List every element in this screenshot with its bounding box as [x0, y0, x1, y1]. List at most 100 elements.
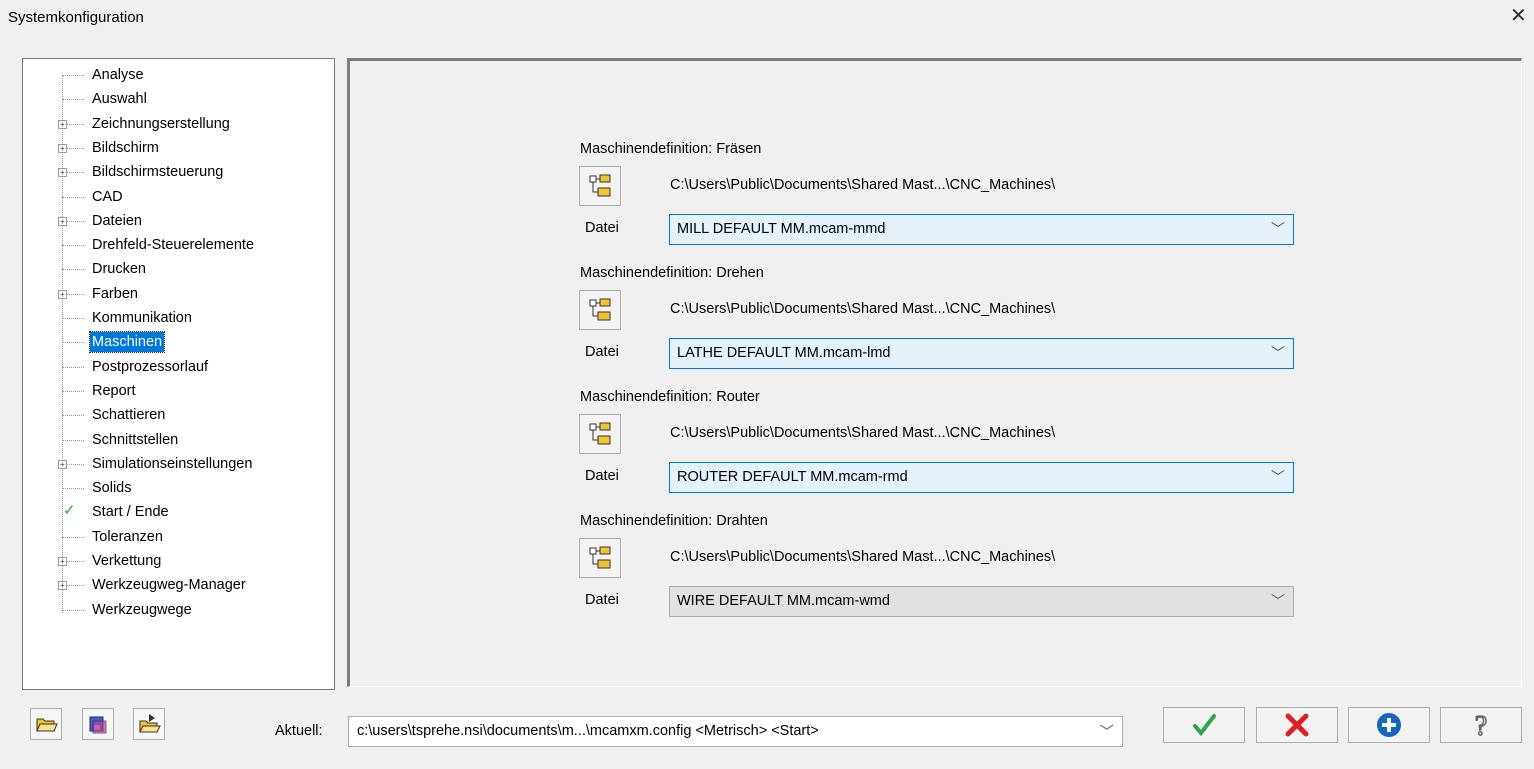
expand-icon[interactable]: + — [58, 581, 67, 591]
tree-connector — [62, 415, 84, 417]
tree-item[interactable]: ✓ Start / Ende — [23, 501, 323, 525]
folder-tree-icon — [589, 298, 611, 321]
datei-label: Datei — [585, 468, 619, 484]
tree-connector — [62, 609, 84, 611]
tree-item[interactable]: + Zeichnungserstellung — [23, 113, 323, 137]
datei-label: Datei — [585, 344, 619, 360]
chevron-down-icon: ﹀ — [1271, 469, 1285, 485]
machine-file-select[interactable]: WIRE DEFAULT MM.mcam-wmd ﹀ — [669, 586, 1294, 617]
tree-item-label: Start / Ende — [92, 504, 169, 521]
tree-item-label: Bildschirm — [92, 139, 159, 156]
expand-icon[interactable]: + — [58, 168, 67, 178]
apply-button[interactable] — [1348, 707, 1430, 743]
datei-label: Datei — [585, 592, 619, 608]
open-folder-button[interactable] — [30, 708, 62, 740]
tree-item-label: Schattieren — [92, 407, 166, 424]
tree-item[interactable]: Auswahl — [23, 88, 323, 112]
aktuell-label: Aktuell: — [275, 723, 323, 739]
tree-item-label: Report — [92, 382, 136, 399]
aktuell-value: c:\users\tsprehe.nsi\documents\m...\mcam… — [357, 723, 819, 739]
tree-connector — [62, 196, 84, 198]
folder-tree-icon — [589, 422, 611, 445]
tree-item[interactable]: Schattieren — [23, 404, 323, 428]
folder-tree-icon — [589, 546, 611, 569]
machine-path: C:\Users\Public\Documents\Shared Mast...… — [670, 425, 1056, 441]
tree-item[interactable]: + Bildschirmsteuerung — [23, 161, 323, 185]
tree-item-label: Drehfeld-Steuerelemente — [92, 237, 255, 254]
machine-path: C:\Users\Public\Documents\Shared Mast...… — [670, 177, 1056, 193]
tree-item[interactable]: Maschinen — [23, 331, 323, 355]
browse-folder-button[interactable] — [579, 290, 621, 330]
tree-item[interactable]: CAD — [23, 186, 323, 210]
chevron-down-icon: ﹀ — [1271, 221, 1285, 237]
config-tree[interactable]: Analyse Auswahl + Zeichnungserstellung + Bild… — [22, 58, 335, 690]
plus-circle-icon — [1377, 713, 1401, 737]
machine-group-title: Maschinendefinition: Router — [580, 389, 760, 405]
machine-file-select[interactable]: LATHE DEFAULT MM.mcam-lmd ﹀ — [669, 338, 1294, 369]
tree-item-label: Verkettung — [92, 553, 162, 569]
expand-icon[interactable]: + — [58, 289, 67, 299]
machine-group-title: Maschinendefinition: Fräsen — [580, 141, 762, 157]
tree-item-label: Drucken — [92, 261, 146, 278]
tree-item-label: Postprozessorlauf — [92, 358, 209, 375]
tree-connector — [62, 390, 84, 392]
checkmark-icon — [1193, 714, 1216, 737]
machine-file-select[interactable]: MILL DEFAULT MM.mcam-mmd ﹀ — [669, 214, 1294, 245]
expand-icon[interactable]: + — [58, 119, 67, 129]
expand-icon[interactable]: + — [58, 143, 67, 153]
tree-connector — [62, 245, 84, 247]
tree-item[interactable]: Report — [23, 380, 323, 404]
checkmark-icon: ✓ — [63, 502, 76, 520]
machine-file-select[interactable]: ROUTER DEFAULT MM.mcam-rmd ﹀ — [669, 462, 1294, 493]
tree-connector — [62, 536, 84, 538]
tree-connector — [62, 318, 84, 319]
help-button[interactable]: ? — [1440, 707, 1522, 743]
tree-item[interactable]: Drehfeld-Steuerelemente — [23, 234, 323, 258]
svg-text:?: ? — [1475, 711, 1487, 742]
close-icon[interactable]: ✕ — [1510, 4, 1527, 28]
tree-item[interactable]: Analyse — [23, 64, 323, 88]
aktuell-select[interactable]: c:\users\tsprehe.nsi\documents\m...\mcam… — [348, 716, 1123, 747]
chevron-down-icon: ﹀ — [1099, 725, 1115, 741]
tree-item-label: Werkzeugweg-Manager — [92, 577, 246, 594]
machine-file-value: ROUTER DEFAULT MM.mcam-rmd — [677, 469, 908, 485]
tree-item[interactable]: Kommunikation — [23, 307, 323, 331]
tree-item[interactable]: Drucken — [23, 258, 323, 282]
browse-folder-button[interactable] — [579, 166, 621, 206]
tree-connector — [62, 439, 84, 441]
tree-item[interactable]: Toleranzen — [23, 526, 323, 550]
window-title: Systemkonfiguration — [8, 9, 144, 26]
chevron-down-icon: ﹀ — [1271, 593, 1285, 609]
ok-button[interactable] — [1163, 707, 1245, 743]
tree-item-label: Dateien — [92, 212, 142, 229]
tree-item[interactable]: Solids — [23, 477, 323, 501]
cancel-button[interactable] — [1256, 707, 1338, 743]
tree-item[interactable]: Schnittstellen — [23, 429, 323, 453]
open-file-button[interactable] — [133, 708, 165, 740]
tree-item[interactable]: + Werkzeugweg-Manager — [23, 574, 323, 598]
expand-icon[interactable]: + — [58, 459, 67, 469]
chevron-down-icon: ﹀ — [1271, 345, 1285, 361]
tree-item[interactable]: Postprozessorlauf — [23, 356, 323, 380]
browse-folder-button[interactable] — [579, 414, 621, 454]
browse-folder-button[interactable] — [579, 538, 621, 578]
machine-file-value: LATHE DEFAULT MM.mcam-lmd — [677, 345, 891, 361]
tree-item[interactable]: + Simulationseinstellungen — [23, 453, 323, 477]
tree-item[interactable]: + Farben — [23, 283, 323, 307]
tree-item-label: CAD — [92, 188, 123, 205]
question-icon: ? — [1474, 710, 1488, 743]
tree-item[interactable]: Werkzeugwege — [23, 599, 323, 623]
tree-item[interactable]: + Dateien — [23, 210, 323, 234]
tree-item-label: Analyse — [92, 67, 144, 83]
tree-item[interactable]: + Bildschirm — [23, 137, 323, 161]
machine-file-value: WIRE DEFAULT MM.mcam-wmd — [677, 593, 890, 609]
save-icon — [89, 716, 107, 734]
save-button[interactable] — [82, 708, 114, 740]
tree-item[interactable]: + Verkettung — [23, 550, 323, 574]
expand-icon[interactable]: + — [58, 557, 67, 566]
tree-item-label: Toleranzen — [92, 528, 163, 545]
tree-connector — [62, 99, 84, 101]
tree-item-label: Bildschirmsteuerung — [92, 164, 224, 181]
tree-item-label: Zeichnungserstellung — [92, 115, 230, 132]
expand-icon[interactable]: + — [58, 216, 67, 226]
